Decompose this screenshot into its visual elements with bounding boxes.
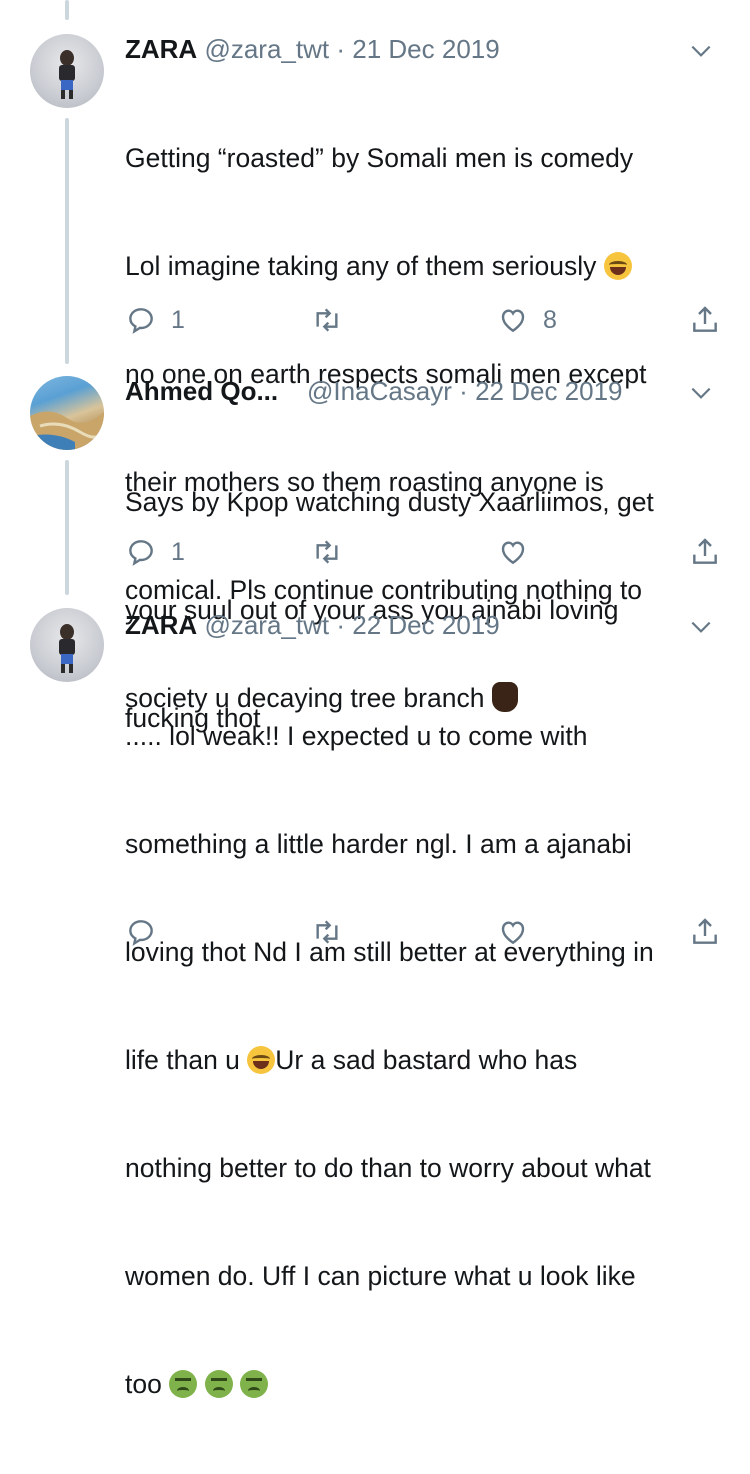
- tweet-line: something a little harder ngl. I am a aj…: [125, 829, 632, 859]
- tweet-line: too: [125, 1369, 162, 1399]
- nauseated-face-emoji-icon: [239, 1370, 268, 1398]
- nauseated-face-emoji-icon: [204, 1370, 233, 1398]
- share-button[interactable]: [689, 916, 721, 948]
- retweet-button[interactable]: [311, 916, 343, 948]
- reply-button[interactable]: [125, 916, 157, 948]
- tweet-header: ZARA @zara_twt · 22 Dec 2019: [125, 610, 720, 644]
- display-name[interactable]: ZARA: [125, 610, 197, 640]
- heart-icon: [501, 921, 525, 945]
- like-button[interactable]: [497, 916, 529, 948]
- tweet-line: women do. Uff I can picture what u look …: [125, 1261, 636, 1291]
- avatar-image: [59, 624, 75, 673]
- tweet-actions: [125, 916, 725, 948]
- chevron-down-icon[interactable]: [688, 614, 714, 640]
- tweet-line-with-emoji: life than u Ur a sad bastard who has: [125, 1042, 725, 1078]
- nauseated-face-emoji-icon: [169, 1370, 198, 1398]
- tweet-3[interactable]: ZARA @zara_twt · 22 Dec 2019 ..... lol w…: [0, 0, 750, 1399]
- avatar-zara[interactable]: [30, 608, 104, 682]
- tweet-line: ..... lol weak!! I expected u to come wi…: [125, 721, 588, 751]
- retweet-icon: [316, 920, 338, 944]
- tweet-line: life than u: [125, 1045, 240, 1075]
- tweet-line-with-emoji: too: [125, 1366, 725, 1402]
- share-icon: [693, 918, 717, 944]
- separator: ·: [336, 610, 346, 640]
- tweet-line: nothing better to do than to worry about…: [125, 1153, 651, 1183]
- tweet-date[interactable]: 22 Dec 2019: [352, 610, 499, 640]
- tweet-line: Ur a sad bastard who has: [275, 1045, 578, 1075]
- tweet-text: ..... lol weak!! I expected u to come wi…: [125, 646, 725, 1474]
- laughing-emoji-icon: [247, 1046, 276, 1074]
- handle[interactable]: @zara_twt: [204, 610, 329, 640]
- reply-icon: [129, 920, 153, 946]
